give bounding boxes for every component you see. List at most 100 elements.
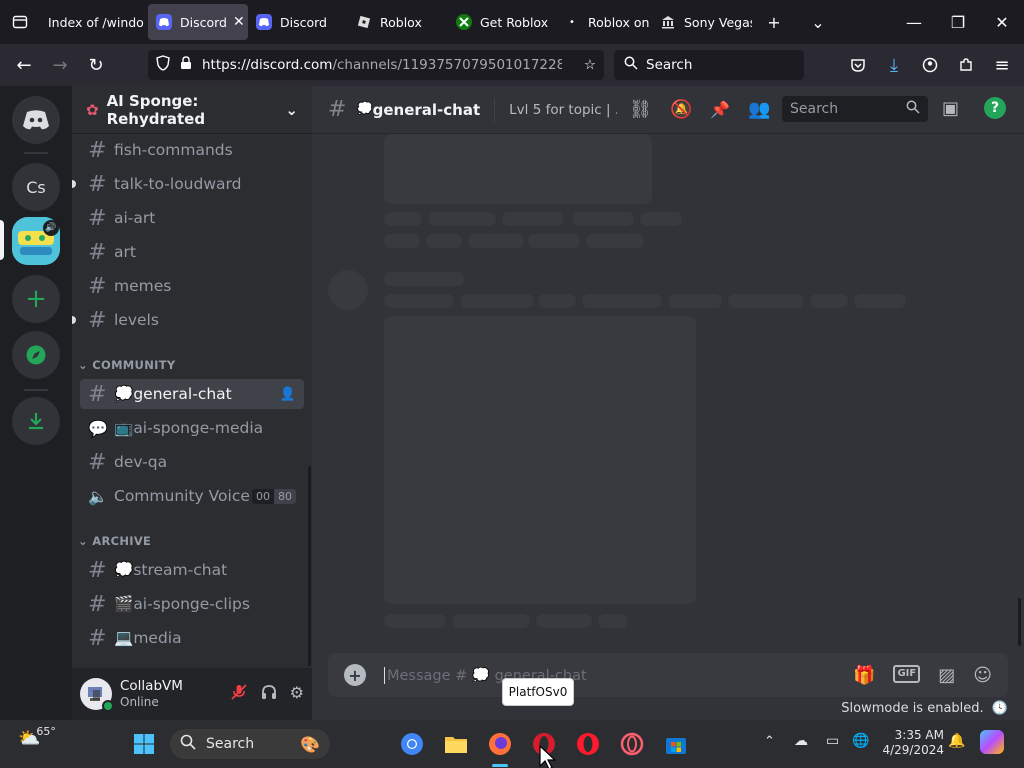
tab-roblox[interactable]: Roblox — [348, 4, 448, 40]
close-window-icon[interactable]: ✕ — [980, 0, 1024, 44]
channel-stream-chat[interactable]: # 💭 stream-chat — [80, 555, 304, 585]
channel-topic[interactable]: Lvl 5 for topic | ... — [509, 102, 617, 118]
hash-icon: # — [328, 97, 347, 122]
weather-widget[interactable]: ⛅ 65° — [18, 725, 56, 749]
help-icon[interactable]: ? — [984, 97, 1006, 119]
taskbar-search[interactable]: Search 🎨 — [170, 729, 330, 759]
category-archive[interactable]: ⌄ ARCHIVE — [78, 534, 151, 548]
chevron-down-icon[interactable]: ⌄ — [796, 0, 840, 44]
channel-levels[interactable]: # levels — [80, 305, 304, 335]
tab-sony-vegas[interactable]: Sony Vegas — [652, 4, 752, 40]
voice-user-limit: 00 80 — [252, 488, 296, 504]
firefox-icon[interactable] — [484, 728, 516, 760]
avatar[interactable] — [80, 678, 114, 712]
tab-index-of[interactable]: Index of /windo — [40, 4, 148, 40]
channel-fish-commands[interactable]: # fish-commands — [80, 135, 304, 165]
tab-list-icon[interactable] — [0, 0, 40, 44]
header-divider — [494, 97, 496, 122]
channel-art[interactable]: # art — [80, 237, 304, 267]
download-icon[interactable]: ⤓ — [876, 47, 912, 83]
chrome-icon[interactable] — [396, 728, 428, 760]
restore-icon[interactable]: ❐ — [936, 0, 980, 44]
tab-discord[interactable]: Discord — [248, 4, 348, 40]
explore-compass-icon[interactable] — [12, 331, 60, 379]
display-icon[interactable]: ▭ — [826, 733, 839, 749]
channel-ai-art[interactable]: # ai-art — [80, 203, 304, 233]
guild-cs[interactable]: Cs — [12, 163, 60, 211]
notification-muted-icon[interactable]: 🔕 — [670, 99, 692, 120]
search-icon — [906, 100, 920, 118]
opera-icon[interactable] — [572, 728, 604, 760]
user-info[interactable]: CollabVM Online — [120, 678, 183, 710]
discord-home-icon[interactable] — [12, 96, 60, 144]
gif-icon[interactable]: GIF — [893, 664, 921, 683]
member-list-icon[interactable]: 👥 — [748, 99, 770, 120]
sticker-icon[interactable]: ▨ — [938, 665, 955, 686]
close-tab-icon[interactable]: ✕ — [227, 14, 245, 30]
reload-icon[interactable]: ↻ — [78, 47, 114, 83]
system-clock[interactable]: 3:35 AM 4/29/2024 — [880, 728, 944, 758]
active-app-indicator — [492, 764, 508, 767]
channel-sidebar: ✿ AI Sponge: Rehydrated ⌄ # fish-commands… — [72, 86, 312, 720]
microsoft-store-icon[interactable] — [660, 728, 692, 760]
channel-ai-sponge-clips[interactable]: # 🎬 ai-sponge-clips — [80, 589, 304, 619]
gear-icon[interactable]: ⚙ — [290, 683, 304, 705]
channel-memes[interactable]: # memes — [80, 271, 304, 301]
emoji-icon[interactable]: ☺ — [973, 665, 992, 686]
file-explorer-icon[interactable] — [440, 728, 472, 760]
threads-icon[interactable]: ⛓ — [629, 99, 652, 120]
tab-roblox-on[interactable]: • Roblox on — [556, 4, 652, 40]
chevron-up-icon[interactable]: ⌃ — [764, 734, 775, 749]
browser-search-input[interactable]: Search — [614, 50, 804, 80]
gift-icon[interactable]: 🎁 — [853, 665, 875, 686]
skeleton-line — [582, 294, 662, 308]
roblox-icon — [356, 14, 372, 30]
copilot-icon[interactable] — [980, 730, 1004, 754]
minimize-icon[interactable]: — — [892, 0, 936, 44]
back-icon[interactable]: ← — [6, 47, 42, 83]
forward-icon[interactable]: → — [42, 47, 78, 83]
cloud-offline-icon[interactable]: ☁ — [794, 733, 808, 749]
notification-bell-icon[interactable]: 🔔 — [948, 733, 965, 749]
tab-discord-active[interactable]: Discord ✕ — [148, 4, 248, 40]
tab-get-roblox[interactable]: Get Roblox — [448, 4, 556, 40]
headphones-icon[interactable] — [260, 683, 278, 705]
online-status-dot — [102, 700, 114, 712]
channel-general-chat[interactable]: # 💭 general-chat 👤 — [80, 379, 304, 409]
download-apps-icon[interactable] — [12, 397, 60, 445]
invite-user-icon[interactable]: 👤 — [280, 387, 296, 402]
extensions-icon[interactable] — [948, 47, 984, 83]
browser-nav-bar: ← → ↻ https://discord.com/channels/11937… — [0, 44, 1024, 86]
windows-start-icon[interactable] — [128, 728, 160, 760]
url-bar[interactable]: https://discord.com/channels/11937570795… — [148, 50, 604, 80]
server-name: AI Sponge: Rehydrated — [106, 91, 206, 128]
opera-beta-icon[interactable] — [616, 728, 648, 760]
channel-talk-to-loudward[interactable]: # talk-to-loudward — [80, 169, 304, 199]
channel-media[interactable]: # 💻 media — [80, 623, 304, 653]
pin-icon[interactable]: 📌 — [710, 100, 730, 119]
category-community[interactable]: ⌄ COMMUNITY — [78, 358, 175, 372]
url-text[interactable]: https://discord.com/channels/11937570795… — [202, 57, 562, 73]
hash-icon: # — [88, 307, 107, 333]
chat-search-input[interactable]: Search — [782, 96, 928, 122]
new-tab-icon[interactable]: + — [752, 0, 796, 44]
add-server-icon[interactable]: + — [12, 275, 60, 323]
selected-guild-pill — [0, 220, 4, 260]
server-header[interactable]: ✿ AI Sponge: Rehydrated ⌄ — [72, 86, 312, 134]
inbox-icon[interactable]: ▣ — [942, 98, 959, 119]
menu-icon[interactable]: ≡ — [984, 47, 1020, 83]
channel-community-voice[interactable]: 🔈 Community Voice 00 80 — [80, 481, 304, 511]
star-icon[interactable]: ☆ — [584, 57, 596, 73]
chat-scrollbar[interactable] — [1018, 598, 1021, 646]
channel-scrollbar[interactable] — [308, 466, 311, 666]
lock-icon[interactable] — [180, 56, 192, 74]
channel-dev-qa[interactable]: # dev-qa — [80, 447, 304, 477]
network-icon[interactable]: 🌐 — [852, 733, 869, 749]
message-composer[interactable]: + Message # 💭 general-chat 🎁 GIF ▨ ☺ — [328, 653, 1008, 697]
pocket-icon[interactable] — [840, 47, 876, 83]
shield-icon[interactable] — [156, 55, 170, 75]
add-attachment-icon[interactable]: + — [344, 664, 366, 686]
channel-ai-sponge-media[interactable]: 💬 📺 ai-sponge-media — [80, 413, 304, 443]
mute-mic-icon[interactable] — [230, 683, 248, 705]
account-icon[interactable] — [912, 47, 948, 83]
